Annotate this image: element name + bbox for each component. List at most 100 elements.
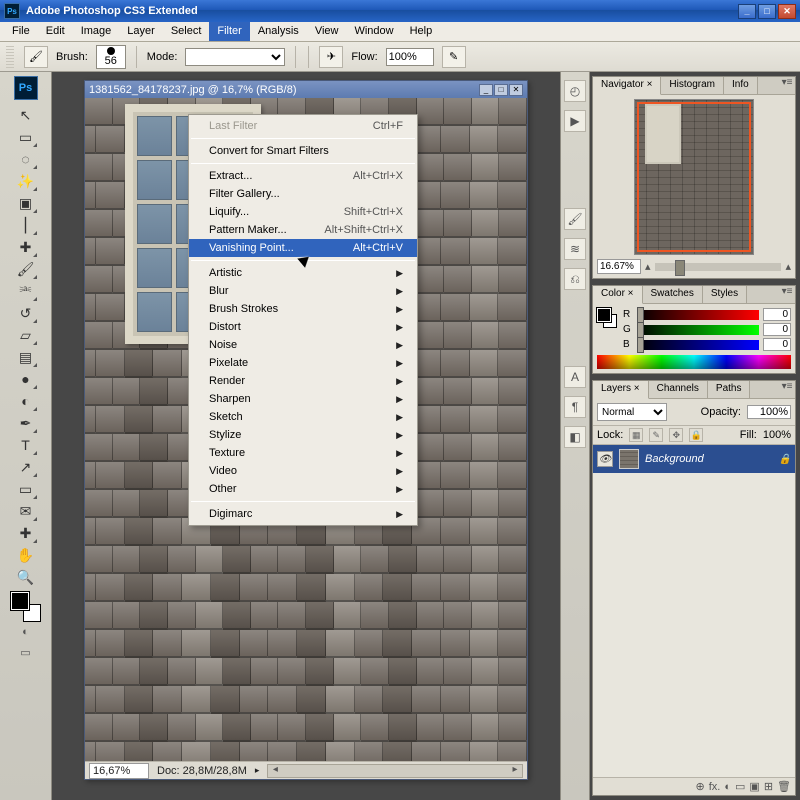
menu-window[interactable]: Window: [346, 22, 401, 41]
navigator-zoom-field[interactable]: 16.67%: [597, 259, 641, 274]
menu-item-vanishing-point[interactable]: Vanishing Point...Alt+Ctrl+V: [189, 239, 417, 257]
menu-item-video[interactable]: Video▶: [189, 462, 417, 480]
flow-input[interactable]: [386, 48, 434, 66]
menu-item-texture[interactable]: Texture▶: [189, 444, 417, 462]
menu-item-pixelate[interactable]: Pixelate▶: [189, 354, 417, 372]
marquee-tool[interactable]: ▭: [14, 126, 38, 148]
mode-select[interactable]: [185, 48, 285, 66]
menu-item-sketch[interactable]: Sketch▶: [189, 408, 417, 426]
menu-file[interactable]: File: [4, 22, 38, 41]
doc-maximize-button[interactable]: □: [494, 84, 508, 96]
close-button[interactable]: ✕: [778, 4, 796, 19]
zoom-field[interactable]: 16,67%: [89, 763, 149, 779]
tool-preset-button[interactable]: 🖌: [24, 46, 48, 68]
quick-mask-icon[interactable]: ◐: [14, 622, 38, 642]
r-value[interactable]: 0: [763, 308, 791, 321]
brush-preset-picker[interactable]: 56: [96, 45, 126, 69]
doc-minimize-button[interactable]: _: [479, 84, 493, 96]
color-spectrum[interactable]: [597, 355, 791, 369]
g-value[interactable]: 0: [763, 323, 791, 336]
document-title-bar[interactable]: 1381562_84178237.jpg @ 16,7% (RGB/8) _ □…: [85, 81, 527, 98]
menu-edit[interactable]: Edit: [38, 22, 73, 41]
layers-tab-layers[interactable]: Layers ×: [593, 381, 649, 399]
menu-select[interactable]: Select: [163, 22, 210, 41]
wand-tool[interactable]: ✨: [14, 170, 38, 192]
maximize-button[interactable]: □: [758, 4, 776, 19]
lasso-tool[interactable]: ◌: [14, 148, 38, 170]
layers-action-2[interactable]: ◐: [724, 781, 731, 793]
gradient-tool[interactable]: ▤: [14, 346, 38, 368]
shape-tool[interactable]: ▭: [14, 478, 38, 500]
clone-source-dock-icon[interactable]: ⎌: [564, 268, 586, 290]
g-slider[interactable]: [637, 325, 759, 335]
navigator-zoom-slider[interactable]: [655, 263, 782, 271]
menu-item-convert-for-smart-filters[interactable]: Convert for Smart Filters: [189, 142, 417, 160]
lock-all-icon[interactable]: 🔒: [689, 428, 703, 442]
color-tab-styles[interactable]: Styles: [703, 286, 747, 303]
menu-item-artistic[interactable]: Artistic▶: [189, 264, 417, 282]
actions-dock-icon[interactable]: ▶: [564, 110, 586, 132]
layers-action-3[interactable]: ▭: [735, 780, 745, 793]
eyedropper-tool[interactable]: ⎮: [14, 214, 38, 236]
path-tool[interactable]: ↗: [14, 456, 38, 478]
healing-tool[interactable]: ✚: [14, 236, 38, 258]
layers-tab-channels[interactable]: Channels: [649, 381, 708, 398]
hand-tool[interactable]: ✋: [14, 544, 38, 566]
fill-field[interactable]: 100%: [763, 429, 791, 441]
notes-tool[interactable]: ✉: [14, 500, 38, 522]
zoom-in-icon[interactable]: ▴: [785, 260, 791, 273]
r-slider[interactable]: [637, 310, 759, 320]
menu-item-digimarc[interactable]: Digimarc▶: [189, 505, 417, 523]
color-swatches[interactable]: [11, 592, 41, 622]
lock-position-icon[interactable]: ✥: [669, 428, 683, 442]
menu-item-filter-gallery[interactable]: Filter Gallery...: [189, 185, 417, 203]
pen-tool[interactable]: ✒: [14, 412, 38, 434]
airbrush-toggle[interactable]: ✈: [319, 46, 343, 68]
brush-tool[interactable]: 🖌: [14, 258, 38, 280]
history-dock-icon[interactable]: ◴: [564, 80, 586, 102]
visibility-toggle-icon[interactable]: 👁: [597, 451, 613, 467]
menu-item-distort[interactable]: Distort▶: [189, 318, 417, 336]
brushes-dock-icon[interactable]: ≋: [564, 238, 586, 260]
color-fg-bg[interactable]: [597, 308, 617, 328]
menu-item-render[interactable]: Render▶: [189, 372, 417, 390]
zoom-tool[interactable]: 🔍: [14, 566, 38, 588]
move-tool[interactable]: ↖: [14, 104, 38, 126]
menu-image[interactable]: Image: [73, 22, 120, 41]
menu-item-brush-strokes[interactable]: Brush Strokes▶: [189, 300, 417, 318]
layers-action-5[interactable]: ⊞: [764, 780, 773, 793]
menu-filter[interactable]: Filter: [209, 22, 249, 41]
layers-action-1[interactable]: fx.: [709, 781, 721, 793]
layer-comps-dock-icon[interactable]: ◧: [564, 426, 586, 448]
layer-row-background[interactable]: 👁 Background 🔒: [593, 445, 795, 473]
blend-mode-select[interactable]: Normal: [597, 403, 667, 421]
character-dock-icon[interactable]: A: [564, 366, 586, 388]
stamp-tool[interactable]: ⎃: [14, 280, 38, 302]
menu-layer[interactable]: Layer: [119, 22, 163, 41]
dodge-tool[interactable]: ◐: [14, 390, 38, 412]
color-tab-swatches[interactable]: Swatches: [643, 286, 703, 303]
navigator-thumbnail[interactable]: [634, 99, 754, 255]
minimize-button[interactable]: _: [738, 4, 756, 19]
eraser-tool[interactable]: ▱: [14, 324, 38, 346]
horizontal-scrollbar[interactable]: [267, 764, 523, 778]
menu-item-noise[interactable]: Noise▶: [189, 336, 417, 354]
eyedropper2-tool[interactable]: ✚: [14, 522, 38, 544]
menu-item-other[interactable]: Other▶: [189, 480, 417, 498]
color-tab-color[interactable]: Color ×: [593, 286, 643, 304]
tool-presets-dock-icon[interactable]: 🖌: [564, 208, 586, 230]
foreground-color[interactable]: [11, 592, 29, 610]
tablet-pressure-button[interactable]: ✎: [442, 46, 466, 68]
layers-action-6[interactable]: 🗑: [777, 780, 791, 793]
opacity-field[interactable]: 100%: [747, 405, 791, 419]
crop-tool[interactable]: ▣: [14, 192, 38, 214]
b-value[interactable]: 0: [763, 338, 791, 351]
navigator-view-box[interactable]: [637, 102, 751, 252]
navigator-tab-navigator[interactable]: Navigator ×: [593, 77, 661, 95]
history-brush-tool[interactable]: ↺: [14, 302, 38, 324]
layers-action-4[interactable]: ▣: [749, 780, 759, 793]
layer-name[interactable]: Background: [645, 453, 704, 465]
screen-mode-icon[interactable]: ▭: [14, 642, 38, 662]
panel-menu-icon[interactable]: ▾≡: [779, 286, 795, 303]
menu-item-blur[interactable]: Blur▶: [189, 282, 417, 300]
